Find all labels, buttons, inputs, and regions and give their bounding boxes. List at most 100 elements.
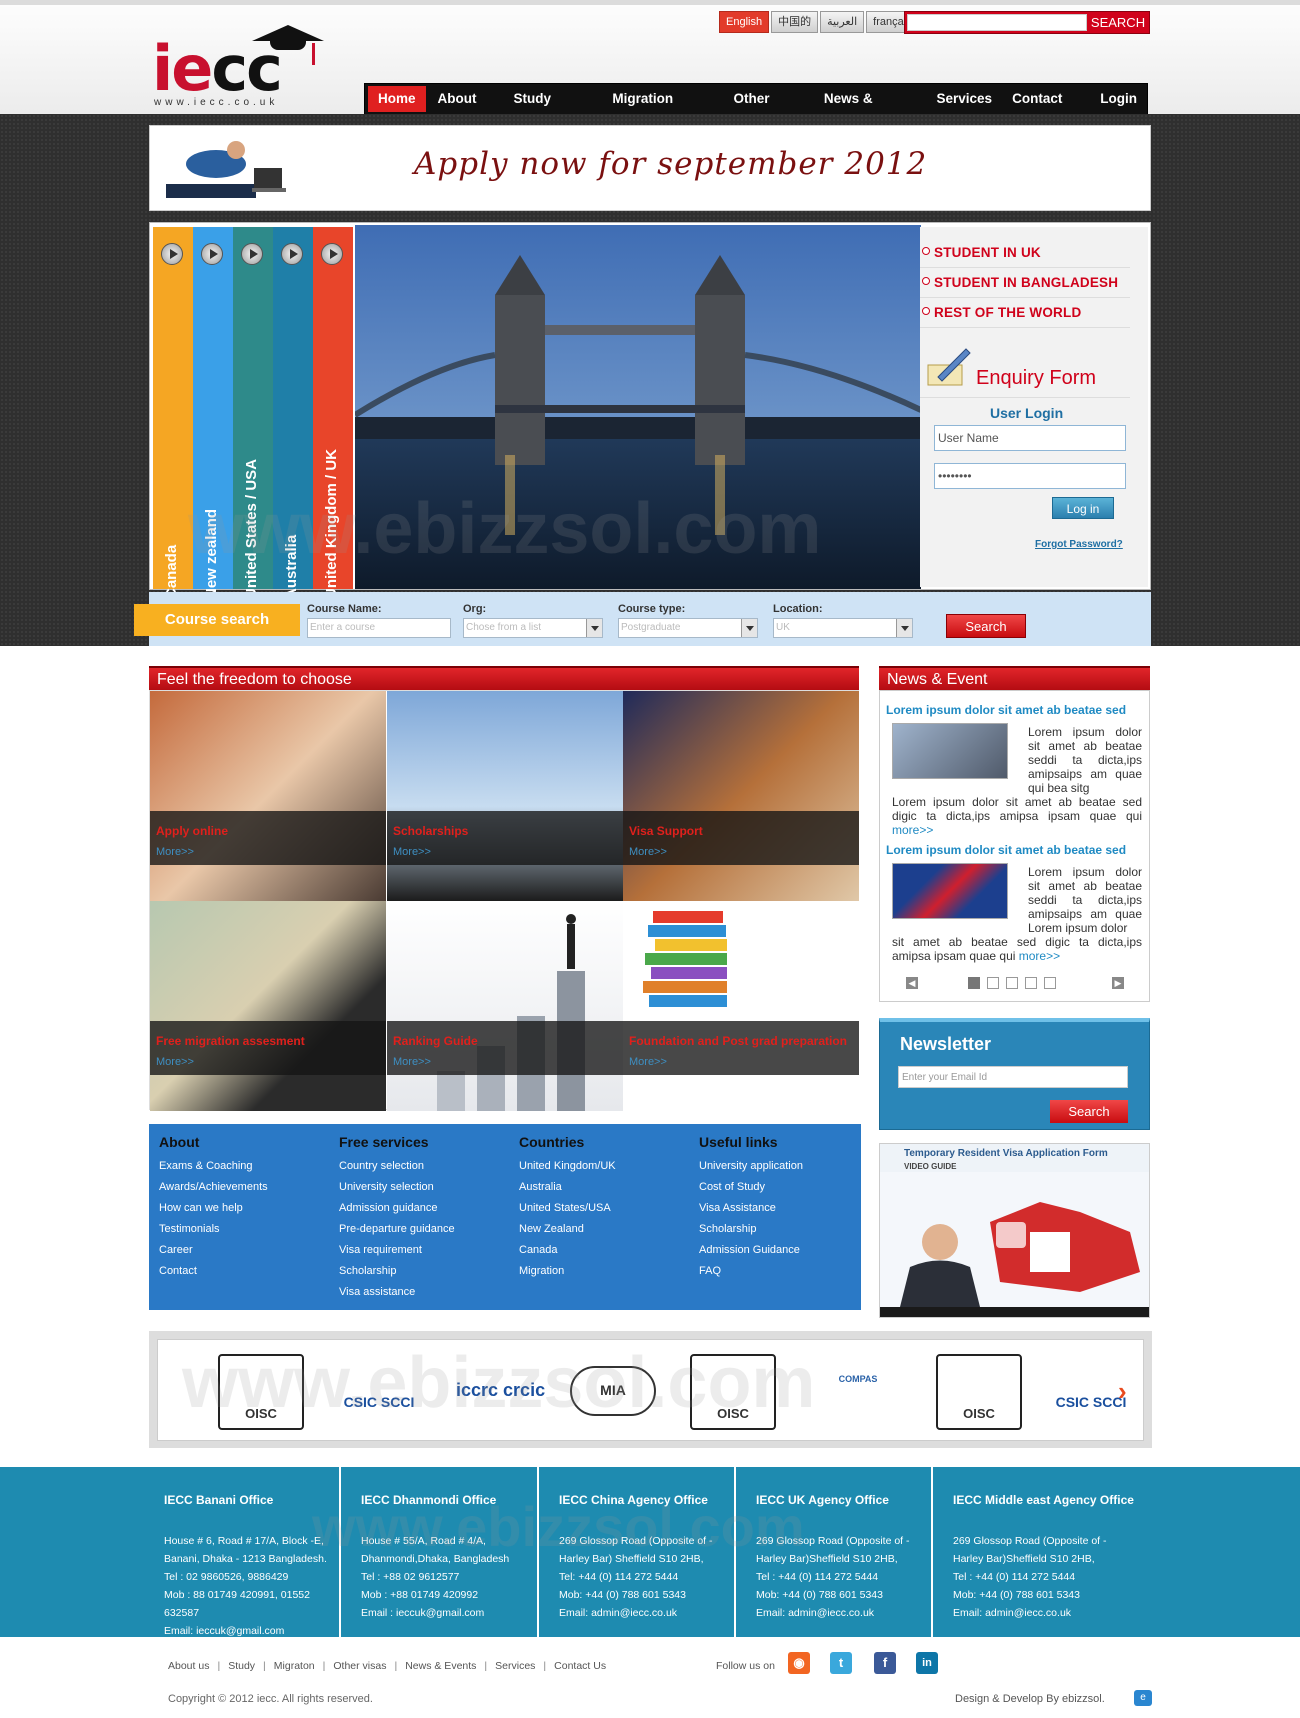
play-arrow-icon[interactable] (241, 243, 263, 265)
footer-link[interactable]: Pre-departure guidance (339, 1219, 455, 1240)
footer-nav-other-visas[interactable]: Other visas (333, 1660, 386, 1672)
news-thumbnail[interactable] (892, 723, 1008, 779)
tab-australia[interactable]: Australia (273, 227, 313, 599)
footer-link[interactable]: New Zealand (519, 1219, 616, 1240)
more-link[interactable]: More>> (393, 846, 431, 858)
more-link[interactable]: More>> (629, 846, 667, 858)
chevron-down-icon[interactable] (896, 619, 912, 637)
play-button-icon[interactable] (996, 1222, 1026, 1248)
nav-about[interactable]: About us (428, 86, 504, 132)
lang-arabic[interactable]: العربية (820, 11, 865, 33)
pager-dot[interactable] (1044, 977, 1056, 989)
linkedin-icon[interactable]: in (916, 1652, 938, 1674)
more-link[interactable]: More>> (629, 1056, 667, 1068)
tile-apply-online[interactable]: Apply online More>> (150, 691, 386, 901)
footer-link[interactable]: University application (699, 1156, 803, 1177)
search-button[interactable]: SEARCH (1087, 12, 1149, 33)
prev-arrow-icon[interactable]: ◀ (906, 977, 918, 989)
tile-scholarships[interactable]: Scholarships More>> (387, 691, 623, 901)
play-arrow-icon[interactable] (161, 243, 183, 265)
pager-dot[interactable] (1006, 977, 1018, 989)
more-link[interactable]: More>> (156, 1056, 194, 1068)
footer-nav-about[interactable]: About us (168, 1660, 209, 1672)
news-more-link[interactable]: more>> (892, 823, 933, 837)
nav-services[interactable]: Services (927, 86, 1003, 112)
tile-visa-support[interactable]: Visa Support More>> (623, 691, 859, 901)
tab-canada[interactable]: Canada (153, 227, 193, 599)
footer-link[interactable]: United States/USA (519, 1198, 616, 1219)
footer-link[interactable]: University selection (339, 1177, 455, 1198)
partner-logo-oisc[interactable]: OISC (690, 1354, 776, 1430)
tile-free-migration[interactable]: Free migration assesment More>> (150, 901, 386, 1111)
news-more-link[interactable]: more>> (1019, 949, 1060, 963)
nav-home[interactable]: Home (368, 86, 426, 112)
play-arrow-icon[interactable] (281, 243, 303, 265)
partner-logo-oisc[interactable]: OISC (218, 1354, 304, 1430)
link-student-in-bangladesh[interactable]: STUDENT IN BANGLADESH (934, 275, 1118, 290)
partner-logo-oisc[interactable]: OISC (936, 1354, 1022, 1430)
footer-link[interactable]: Visa assistance (339, 1282, 455, 1303)
course-search-button[interactable]: Search (946, 614, 1026, 638)
footer-link[interactable]: United Kingdom/UK (519, 1156, 616, 1177)
developer-credit[interactable]: Design & Develop By ebizzsol. (955, 1693, 1105, 1705)
footer-nav-services[interactable]: Services (495, 1660, 535, 1672)
location-select[interactable]: UK (773, 618, 913, 638)
footer-nav-news[interactable]: News & Events (405, 1660, 476, 1672)
footer-nav-study[interactable]: Study (228, 1660, 255, 1672)
video-guide[interactable]: Temporary Resident Visa Application Form… (879, 1143, 1150, 1318)
footer-link[interactable]: Exams & Coaching (159, 1156, 268, 1177)
footer-link[interactable]: Visa requirement (339, 1240, 455, 1261)
more-link[interactable]: More>> (393, 1056, 431, 1068)
footer-link[interactable]: Awards/Achievements (159, 1177, 268, 1198)
footer-link[interactable]: Cost of Study (699, 1177, 803, 1198)
play-arrow-icon[interactable] (201, 243, 223, 265)
rss-icon[interactable]: ◉ (788, 1652, 810, 1674)
footer-nav-migration[interactable]: Migraton (274, 1660, 315, 1672)
nav-study-option[interactable]: Study option (503, 86, 602, 132)
chevron-down-icon[interactable] (586, 619, 602, 637)
link-student-in-uk[interactable]: STUDENT IN UK (934, 245, 1041, 260)
footer-link[interactable]: Career (159, 1240, 268, 1261)
ebizzsol-logo-icon[interactable]: e (1134, 1690, 1152, 1706)
newsletter-email-input[interactable]: Enter your Email Id (898, 1066, 1128, 1088)
search-input[interactable] (907, 14, 1087, 31)
nav-news-events[interactable]: News & Events (814, 86, 927, 132)
footer-link[interactable]: Admission Guidance (699, 1240, 803, 1261)
link-rest-of-world[interactable]: REST OF THE WORLD (934, 305, 1081, 320)
apply-banner[interactable]: Apply now for september 2012 (149, 125, 1151, 211)
news-thumbnail[interactable] (892, 863, 1008, 919)
tab-new-zealand[interactable]: New zealand (193, 227, 233, 599)
partner-logo-compas[interactable]: COMPAS (808, 1354, 908, 1430)
footer-link[interactable]: Australia (519, 1177, 616, 1198)
forgot-password-link[interactable]: Forgot Password? (1035, 539, 1123, 550)
footer-link[interactable]: FAQ (699, 1261, 803, 1282)
footer-link[interactable]: Migration (519, 1261, 616, 1282)
tile-ranking-guide[interactable]: Ranking Guide More>> (387, 901, 623, 1111)
footer-link[interactable]: Visa Assistance (699, 1198, 803, 1219)
news-headline[interactable]: Lorem ipsum dolor sit amet ab beatae sed (886, 703, 1126, 717)
pager-dot[interactable] (987, 977, 999, 989)
footer-nav-contact[interactable]: Contact Us (554, 1660, 606, 1672)
course-type-select[interactable]: Postgraduate (618, 618, 758, 638)
org-select[interactable]: Chose from a list (463, 618, 603, 638)
footer-link[interactable]: Scholarship (699, 1219, 803, 1240)
pager-dot[interactable] (1025, 977, 1037, 989)
newsletter-submit-button[interactable]: Search (1050, 1100, 1128, 1123)
enquiry-form-link[interactable]: Enquiry Form (976, 367, 1096, 390)
nav-contact[interactable]: Contact Us (1002, 86, 1090, 132)
nav-other-visas[interactable]: Other visas (724, 86, 814, 132)
partner-logo-iccrc[interactable]: iccrc crcic (456, 1354, 556, 1430)
footer-link[interactable]: Canada (519, 1240, 616, 1261)
partner-logo-mia[interactable]: MIA (570, 1366, 656, 1416)
facebook-icon[interactable]: f (874, 1652, 896, 1674)
nav-migration-option[interactable]: Migration option (602, 86, 723, 132)
username-field[interactable]: User Name (934, 425, 1126, 451)
lang-english[interactable]: English (719, 11, 770, 33)
footer-link[interactable]: Admission guidance (339, 1198, 455, 1219)
footer-link[interactable]: Country selection (339, 1156, 455, 1177)
course-name-input[interactable]: Enter a course (307, 618, 451, 638)
tab-uk[interactable]: United Kingdom / UK (313, 227, 353, 599)
login-button[interactable]: Log in (1052, 497, 1114, 519)
partner-logo-csic[interactable]: CSIC SCCI (336, 1354, 422, 1430)
nav-login[interactable]: Login (1090, 86, 1147, 112)
